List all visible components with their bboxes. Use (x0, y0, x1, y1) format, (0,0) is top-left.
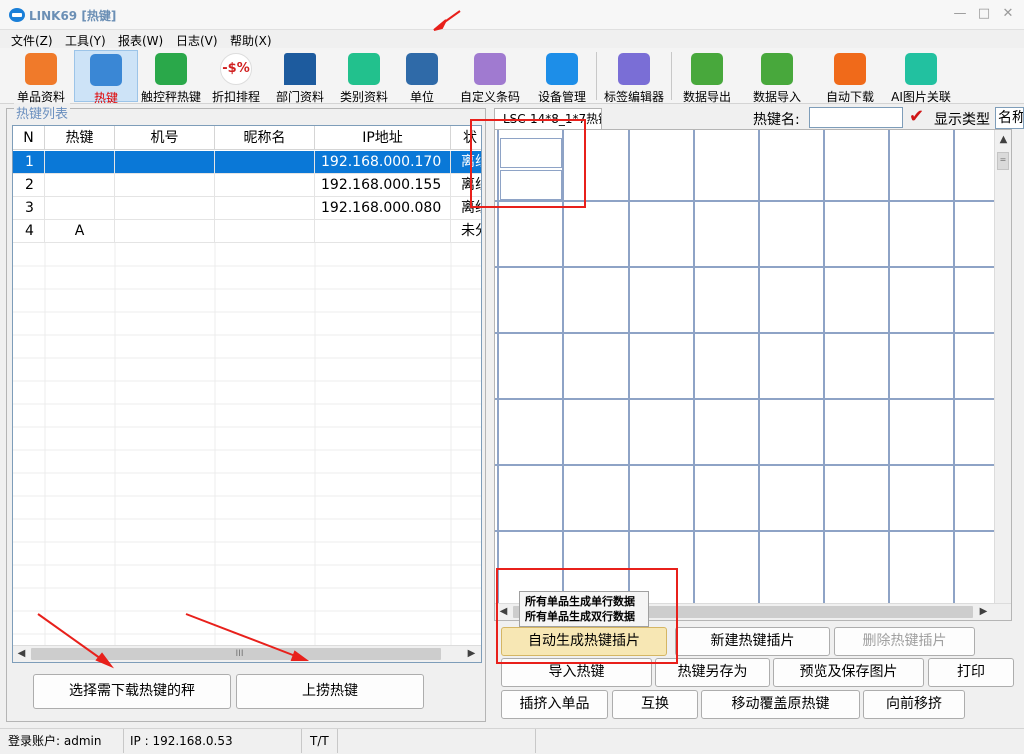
menu-log[interactable]: 日志(V) (176, 32, 218, 49)
keyboard-icon (90, 54, 122, 86)
menu-bar: 文件(Z) 工具(Y) 报表(W) 日志(V) 帮助(X) (0, 30, 1024, 48)
plu-icon (25, 53, 57, 85)
toolbar-import-button[interactable]: 数据导入 (746, 50, 808, 104)
toolbar-hotkey-button[interactable]: 热键 (74, 50, 138, 105)
tooltip-double-row-option[interactable]: 所有单品生成双行数据 (525, 609, 643, 624)
insert-item-button[interactable]: 插挤入单品 (501, 690, 608, 719)
move-forward-button[interactable]: 向前移挤 (863, 690, 965, 719)
scroll-grip: III (235, 649, 244, 659)
print-button[interactable]: 打印 (928, 658, 1014, 687)
scroll-up-icon[interactable]: ▲ (995, 132, 1011, 148)
hotkey-insert-canvas[interactable]: ▲ = ◀ ▶ (494, 129, 1012, 621)
toolbar-barcode-button[interactable]: 自定义条码 (456, 50, 524, 104)
hotkey-list-caption: 热键列表 (14, 103, 71, 122)
hotkey-name-input[interactable] (809, 107, 903, 128)
toolbar-discount-button[interactable]: -$% 折扣排程 (206, 50, 266, 104)
toolbar-category-button[interactable]: 类别资料 (334, 50, 394, 104)
category-icon (348, 53, 380, 85)
auto-generate-tooltip[interactable]: 所有单品生成单行数据 所有单品生成双行数据 (519, 591, 649, 627)
app-logo-icon (9, 8, 25, 22)
toolbar-separator (596, 52, 597, 100)
upload-hotkey-button[interactable]: 上捞热键 (236, 674, 424, 709)
checkmark-icon[interactable]: ✔ (909, 106, 924, 127)
label-editor-icon (618, 53, 650, 85)
toolbar-auto-download-button[interactable]: 自动下载 (818, 50, 882, 104)
unit-icon (406, 53, 438, 85)
hotkey-table: N 热键 机号 昵称名 IP地址 状 1 192.168.000.170 离线 … (12, 125, 482, 663)
status-empty (340, 729, 536, 753)
preview-save-button[interactable]: 预览及保存图片 (773, 658, 924, 687)
delete-insert-button[interactable]: 删除热键插片 (834, 627, 975, 656)
scroll-right-icon[interactable]: ▶ (975, 604, 992, 620)
toolbar-export-button[interactable]: 数据导出 (676, 50, 738, 104)
table-empty-grid (13, 243, 481, 646)
menu-tools[interactable]: 工具(Y) (65, 32, 106, 49)
maximize-button[interactable]: □ (974, 4, 994, 24)
toolbar-touch-scale-button[interactable]: 触控秤热键 (140, 50, 202, 104)
status-tt: T/T (306, 729, 338, 753)
touch-scale-icon (155, 53, 187, 85)
toolbar-unit-button[interactable]: 单位 (394, 50, 450, 104)
status-empty (538, 729, 1018, 753)
canvas-vertical-scrollbar[interactable]: ▲ = (994, 130, 1011, 604)
menu-reports[interactable]: 报表(W) (118, 32, 163, 49)
department-icon (284, 53, 316, 85)
minimize-button[interactable]: — (950, 4, 970, 24)
status-account: 登录账户: admin (4, 729, 124, 753)
swap-button[interactable]: 互换 (612, 690, 698, 719)
hotkey-slot[interactable] (500, 170, 562, 200)
toolbar-ai-image-button[interactable]: AI图片关联 (886, 50, 956, 104)
timer-icon (834, 53, 866, 85)
toolbar-separator (671, 52, 672, 100)
display-type-label: 显示类型 (934, 112, 990, 128)
hotkey-grid (495, 130, 995, 605)
import-icon (761, 53, 793, 85)
main-toolbar: 单品资料 热键 触控秤热键 -$% 折扣排程 部门资料 类别资料 单位 自定义条… (0, 48, 1024, 105)
toolbar-device-button[interactable]: 设备管理 (532, 50, 592, 104)
ai-image-icon (905, 53, 937, 85)
scroll-right-icon[interactable]: ▶ (463, 646, 480, 662)
menu-file[interactable]: 文件(Z) (11, 32, 53, 49)
scroll-grip[interactable]: = (997, 152, 1009, 170)
toolbar-label-editor-button[interactable]: 标签编辑器 (600, 50, 668, 104)
hotkey-slot[interactable] (500, 138, 562, 168)
barcode-icon (474, 53, 506, 85)
discount-icon: -$% (220, 53, 252, 85)
import-hotkey-button[interactable]: 导入热键 (501, 658, 652, 687)
auto-generate-insert-button[interactable]: 自动生成热键插片 (501, 627, 667, 656)
status-ip: IP : 192.168.0.53 (126, 729, 302, 753)
scroll-left-icon[interactable]: ◀ (13, 646, 30, 662)
status-bar: 登录账户: admin IP : 192.168.0.53 T/T (0, 728, 1024, 754)
hotkey-name-label: 热键名: (753, 112, 800, 128)
close-button[interactable]: ✕ (998, 4, 1018, 24)
toolbar-department-button[interactable]: 部门资料 (270, 50, 330, 104)
export-icon (691, 53, 723, 85)
select-scale-button[interactable]: 选择需下载热键的秤 (33, 674, 231, 709)
menu-help[interactable]: 帮助(X) (230, 32, 272, 49)
title-bar: LINK69 [热键] — □ ✕ (0, 0, 1024, 30)
scroll-left-icon[interactable]: ◀ (495, 604, 512, 620)
tab-hotkey-layout[interactable]: LSC-14*8_1*7热键 (494, 108, 602, 129)
save-as-button[interactable]: 热键另存为 (655, 658, 770, 687)
device-icon (546, 53, 578, 85)
tooltip-single-row-option[interactable]: 所有单品生成单行数据 (525, 594, 643, 609)
move-overwrite-button[interactable]: 移动覆盖原热键 (701, 690, 860, 719)
toolbar-plu-button[interactable]: 单品资料 (10, 50, 72, 104)
display-type-select[interactable]: 名称 (995, 107, 1024, 129)
table-horizontal-scrollbar[interactable]: ◀ III ▶ (13, 645, 481, 662)
new-insert-button[interactable]: 新建热键插片 (675, 627, 830, 656)
window-title: LINK69 [热键] (29, 9, 117, 23)
